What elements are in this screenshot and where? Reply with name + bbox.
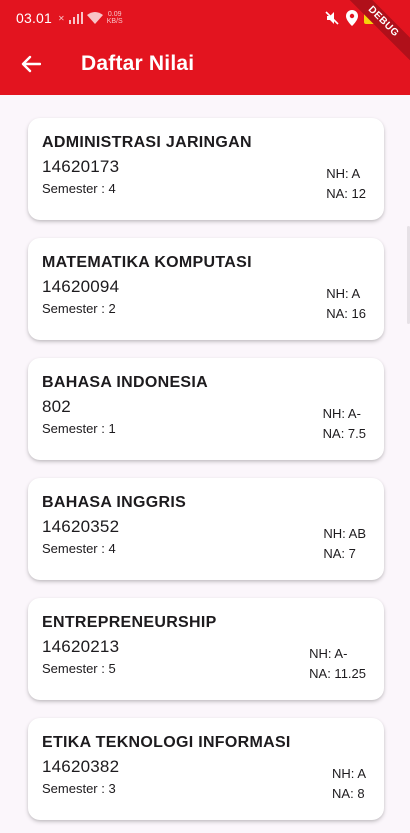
grade-nh: NH: A- (322, 406, 361, 421)
course-grades: NH: AB NA: 7 (323, 524, 366, 564)
signal-icon (68, 12, 83, 24)
course-card[interactable]: BAHASA INGGRIS 14620352 Semester : 4 NH:… (28, 478, 384, 580)
back-button[interactable] (3, 36, 59, 92)
course-code: 14620352 (42, 517, 120, 536)
course-grades: NH: A- NA: 7.5 (323, 404, 366, 444)
arrow-back-icon (21, 55, 41, 73)
course-name: ENTREPRENEURSHIP (42, 614, 217, 631)
network-speed: 0.09 KB/S (106, 11, 123, 25)
course-semester: Semester : 3 (42, 781, 116, 796)
course-card[interactable]: MATEMATIKA KOMPUTASI 14620094 Semester :… (28, 238, 384, 340)
grade-nh: NH: A (326, 286, 361, 301)
grade-na: NA: 7 (323, 546, 356, 561)
course-grades: NH: A NA: 8 (332, 764, 366, 804)
grade-na: NA: 11.25 (309, 666, 366, 681)
mute-icon (325, 11, 339, 25)
course-card[interactable]: ADMINISTRASI JARINGAN 14620173 Semester … (28, 118, 384, 220)
grade-na: NA: 7.5 (322, 426, 366, 441)
course-name: MATEMATIKA KOMPUTASI (42, 254, 252, 271)
toolbar: Daftar Nilai (0, 36, 410, 92)
course-code: 14620382 (42, 757, 120, 776)
course-code: 14620094 (42, 277, 120, 296)
course-code: 14620173 (42, 157, 120, 176)
course-name: BAHASA INDONESIA (42, 374, 208, 391)
course-name: BAHASA INGGRIS (42, 494, 187, 511)
course-grades: NH: A NA: 12 (326, 164, 366, 204)
course-semester: Semester : 4 (42, 181, 116, 196)
course-semester: Semester : 4 (42, 541, 116, 556)
page-title: Daftar Nilai (81, 52, 195, 75)
grade-nh: NH: A- (309, 646, 348, 661)
course-code: 802 (42, 397, 71, 416)
course-card[interactable]: BAHASA INDONESIA 802 Semester : 1 NH: A-… (28, 358, 384, 460)
grade-na: NA: 12 (326, 186, 366, 201)
grade-nh: NH: A (332, 766, 366, 781)
grade-na: NA: 8 (332, 786, 365, 801)
course-semester: Semester : 2 (42, 301, 116, 316)
grade-na: NA: 16 (326, 306, 366, 321)
course-card[interactable]: ETIKA TEKNOLOGI INFORMASI 14620382 Semes… (28, 718, 384, 820)
status-icons: ✕ 0.09 KB/S (58, 11, 123, 25)
course-name: ADMINISTRASI JARINGAN (42, 134, 252, 151)
course-grades: NH: A NA: 16 (326, 284, 366, 324)
course-semester: Semester : 1 (42, 421, 116, 436)
status-bar: 03.01 ✕ 0.09 KB/S DEBUG (0, 0, 410, 67)
course-grades: NH: A- NA: 11.25 (309, 644, 366, 684)
app-bar: 03.01 ✕ 0.09 KB/S DEBUG Daftar Nilai (0, 0, 410, 95)
course-semester: Semester : 5 (42, 661, 116, 676)
status-time: 03.01 (16, 10, 53, 26)
course-name: ETIKA TEKNOLOGI INFORMASI (42, 734, 291, 751)
location-icon (346, 10, 358, 26)
grade-nh: NH: A (326, 166, 361, 181)
notification-icon: ✕ (58, 13, 65, 23)
course-card[interactable]: ENTREPRENEURSHIP 14620213 Semester : 5 N… (28, 598, 384, 700)
wifi-icon (86, 12, 103, 24)
grade-nh: NH: AB (323, 526, 366, 541)
course-code: 14620213 (42, 637, 120, 656)
